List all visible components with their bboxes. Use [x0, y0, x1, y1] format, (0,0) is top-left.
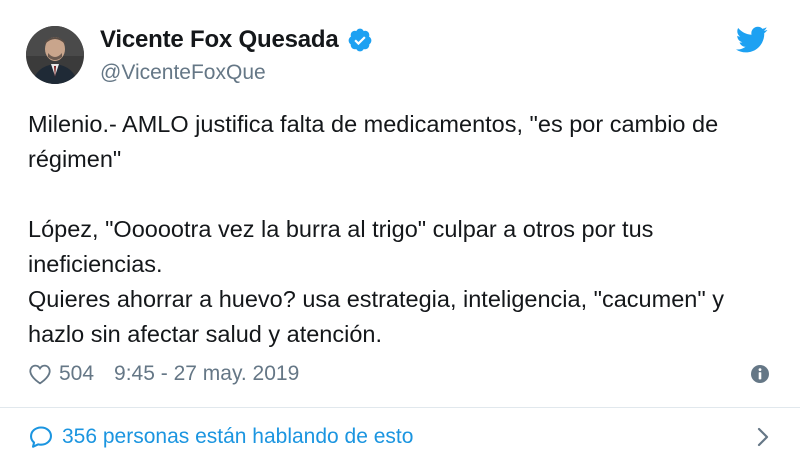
like-count: 504 [59, 362, 95, 385]
avatar-image [26, 26, 84, 84]
chevron-right-icon[interactable] [756, 426, 770, 448]
divider [0, 407, 800, 408]
tweet-paragraph: Milenio.- AMLO justifica falta de medica… [28, 111, 719, 172]
conversation-label: 356 personas están hablando de esto [62, 425, 414, 448]
heart-outline-icon[interactable] [28, 362, 52, 386]
conversation-link[interactable]: 356 personas están hablando de esto [28, 420, 770, 454]
display-name-row: Vicente Fox Quesada [100, 25, 373, 55]
speech-bubble-icon [30, 426, 52, 448]
timestamp[interactable]: 9:45 - 27 may. 2019 [114, 362, 299, 386]
tweet-paragraph: López, "Oooootra vez la burra al trigo" … [28, 216, 724, 347]
tweet-card: Vicente Fox Quesada @VicenteFoxQue Milen… [0, 0, 800, 466]
author-names: Vicente Fox Quesada @VicenteFoxQue [100, 25, 373, 85]
tweet-text: Milenio.- AMLO justifica falta de medica… [28, 107, 773, 352]
display-name[interactable]: Vicente Fox Quesada [100, 26, 339, 54]
info-circle-icon[interactable] [750, 364, 770, 384]
avatar[interactable] [26, 26, 84, 84]
twitter-bird-icon[interactable] [736, 26, 768, 54]
user-handle[interactable]: @VicenteFoxQue [100, 61, 373, 85]
tweet-meta: 504 9:45 - 27 may. 2019 [28, 358, 770, 390]
verified-badge-icon [348, 28, 371, 52]
tweet-header: Vicente Fox Quesada @VicenteFoxQue [26, 22, 373, 88]
